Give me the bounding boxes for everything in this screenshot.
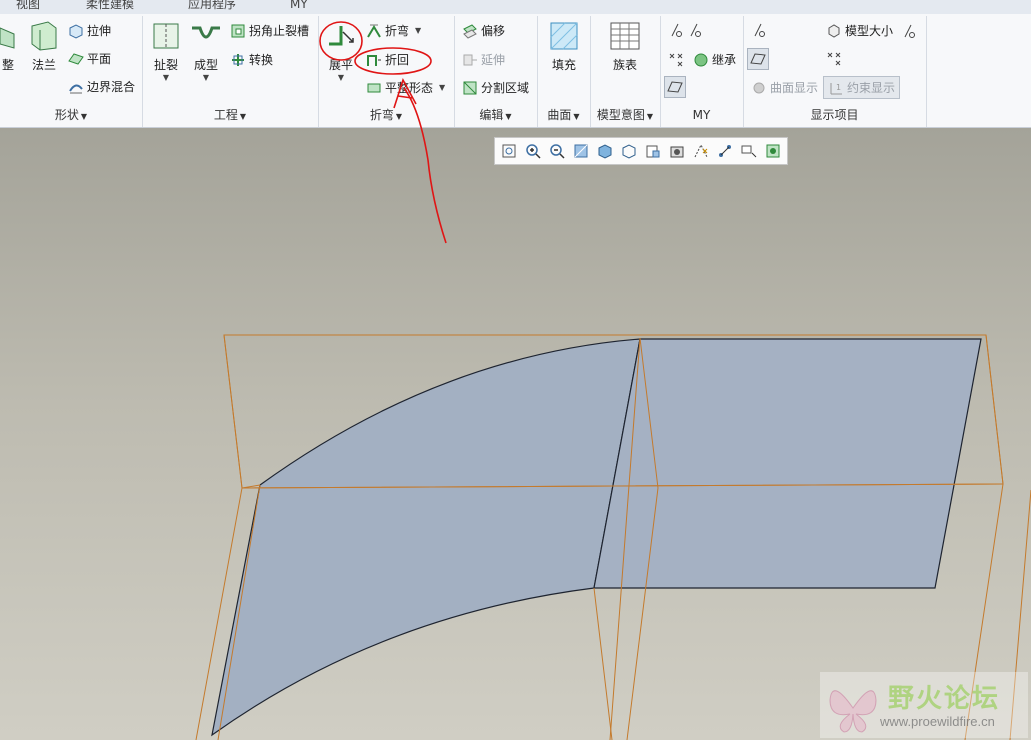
- curved-surface[interactable]: [211, 338, 641, 737]
- watermark-url: www.proewildfire.cn: [880, 714, 995, 729]
- annotation-circle-bend-back: [354, 47, 432, 75]
- flat-surface[interactable]: [593, 338, 982, 589]
- red-annotation: [319, 21, 447, 244]
- annotation-arrow: [403, 87, 447, 244]
- annotation-circle-unbend: [319, 21, 363, 61]
- watermark-title: 野火论坛: [888, 684, 1001, 714]
- forum-watermark: 野火论坛 www.proewildfire.cn: [820, 672, 1028, 738]
- butterfly-logo: [829, 690, 877, 733]
- model-canvas: [195, 21, 1031, 740]
